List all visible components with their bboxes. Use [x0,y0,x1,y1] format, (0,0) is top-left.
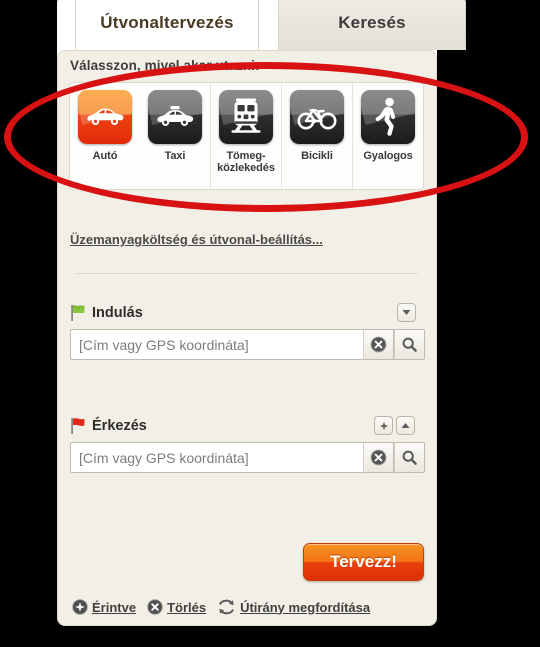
search-icon [402,450,417,465]
green-flag-icon [71,305,85,321]
arrival-input[interactable] [70,442,363,473]
departure-input-row [70,329,425,360]
mode-label-car: Autó [92,150,118,162]
mode-label-bicycle: Bicikli [301,150,333,162]
mode-option-pedestrian[interactable]: Gyalogos [353,83,423,189]
taxi-tile [148,90,202,144]
chevron-up-icon [401,423,410,428]
departure-header: Indulás [70,302,143,324]
mode-label-pedestrian: Gyalogos [363,150,413,162]
search-icon [402,337,417,352]
chevron-down-icon [402,310,411,315]
mode-option-taxi[interactable]: Taxi [140,83,211,189]
fuel-and-route-settings-link[interactable]: Üzemanyagköltség és útvonal-beállítás... [70,232,323,247]
link-label-reverse-route: Útirány megfordítása [240,599,371,615]
mode-option-car[interactable]: Autó [70,83,140,189]
taxi-icon [157,106,194,126]
screenshot-stage: Válasszon, mivel akar utazni: Autó Taxi … [0,0,540,647]
link-clear[interactable]: Törlés [147,599,206,615]
mode-label-public-transport: Tömeg-közlekedés [217,150,275,174]
bicycle-tile [290,90,344,144]
arrival-input-row [70,442,425,473]
bicycle-icon [297,108,337,130]
train-icon [231,98,261,133]
link-reverse-route[interactable]: Útirány megfordítása [217,599,370,615]
plus-icon [379,421,388,430]
departure-search-button[interactable] [394,329,425,360]
x-circle-icon [147,599,163,615]
mode-option-public-transport[interactable]: Tömeg-közlekedés [211,83,282,189]
arrival-clear-button[interactable] [363,442,394,473]
car-tile [78,90,132,144]
plan-route-button[interactable]: Tervezz! [303,543,424,581]
travel-mode-prompt: Válasszon, mivel akar utazni: [70,58,260,73]
pedestrian-icon [375,97,396,136]
link-add-waypoint[interactable]: Érintve [72,599,136,615]
departure-header-buttons [397,303,416,322]
departure-clear-button[interactable] [363,329,394,360]
travel-mode-picker: Autó Taxi Tömeg- közlekedés Bicikli Gyal… [69,82,424,190]
arrival-header-buttons [374,416,415,435]
departure-title: Indulás [92,305,143,321]
tab-route-planning[interactable]: Útvonaltervezés [75,0,259,50]
arrival-header: Érkezés [70,415,147,437]
arrival-title: Érkezés [92,418,147,434]
swap-arrows-icon [219,599,235,615]
route-planner-body: Válasszon, mivel akar utazni: Autó Taxi … [57,50,437,626]
arrival-search-button[interactable] [394,442,425,473]
link-label-add-waypoint: Érintve [92,599,137,615]
pedestrian-tile [361,90,415,144]
arrival-add-button[interactable] [374,416,393,435]
tab-search[interactable]: Keresés [278,0,466,50]
link-label-clear: Törlés [167,599,207,615]
bottom-action-links: Érintve Törlés Útirány megfordítása [72,599,376,615]
clear-circle-icon [370,449,387,466]
clear-circle-icon [370,336,387,353]
arrival-collapse-button[interactable] [396,416,415,435]
departure-input[interactable] [70,329,363,360]
tab-strip: Útvonaltervezés Keresés [57,0,466,50]
plus-circle-icon [72,599,88,615]
car-icon [87,108,124,125]
mode-option-bicycle[interactable]: Bicikli [282,83,353,189]
red-flag-icon [71,418,85,434]
mode-label-taxi: Taxi [164,150,186,162]
section-divider [76,273,418,274]
departure-options-button[interactable] [397,303,416,322]
train-tile [219,90,273,144]
